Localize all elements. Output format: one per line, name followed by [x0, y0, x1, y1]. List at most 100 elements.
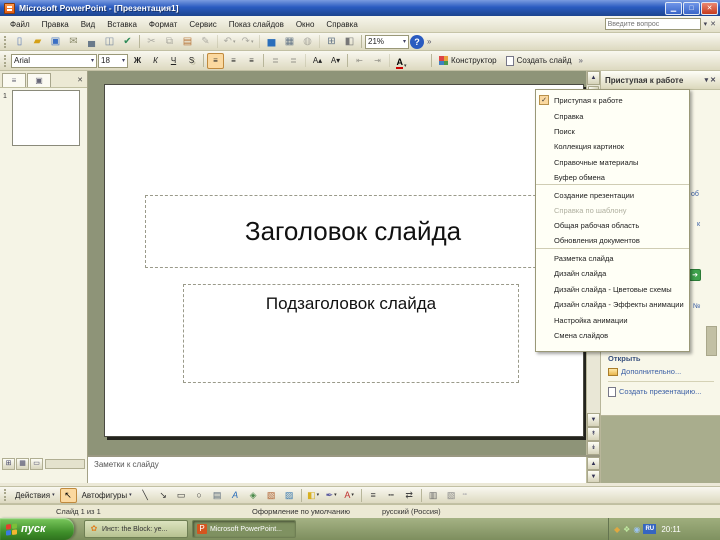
drawing-tool-button[interactable]: ✒ ▾	[323, 488, 340, 503]
drawing-tool-button[interactable]: ▨ ▾	[281, 488, 302, 503]
task-pane-menu-item[interactable]: ✓ Смена слайдов	[536, 328, 689, 343]
toolbar-options-icon[interactable]: »	[579, 56, 583, 65]
formatting-button[interactable]: S	[183, 53, 204, 69]
toolbar-button[interactable]: ↷ ▾	[239, 34, 260, 50]
drawing-tool-button[interactable]: ⇄ ▾	[401, 488, 422, 503]
toolbar-button[interactable]: ◫ ▾	[101, 34, 118, 50]
help-button[interactable]: ?	[410, 34, 424, 49]
zoom-combo[interactable]: 21% ▾	[365, 34, 409, 49]
task-pane-dropdown-icon[interactable]: ▾	[705, 76, 709, 84]
more-presentations-link[interactable]: Дополнительно...	[608, 367, 714, 376]
task-pane-menu-item[interactable]: ✓ Разметка слайда	[536, 251, 689, 266]
font-name-combo[interactable]: Arial ▾	[11, 53, 97, 68]
task-pane-menu-item[interactable]: ✓ Дизайн слайда	[536, 266, 689, 281]
slide-thumbnail[interactable]	[12, 90, 80, 146]
notes-placeholder[interactable]: Заметки к слайду	[88, 457, 586, 483]
toolbar-button[interactable]: ✎ ▾	[197, 34, 218, 50]
drawing-tool-button[interactable]: ≡ ▾	[365, 488, 382, 503]
drawing-tool-button[interactable]: ╲ ▾	[137, 488, 154, 503]
menu-item[interactable]: Вставка	[101, 18, 143, 31]
title-placeholder[interactable]: Заголовок слайда	[145, 195, 561, 268]
formatting-button[interactable]: ≡	[207, 52, 224, 69]
toolbar-options-icon[interactable]: ▫▫	[463, 492, 467, 498]
language-indicator[interactable]: RU	[643, 524, 657, 534]
close-pane-icon[interactable]: ✕	[77, 76, 85, 84]
task-pane-menu-item[interactable]: ✓ Справка	[536, 108, 689, 123]
tray-network-icon[interactable]: ◉	[633, 525, 640, 534]
draw-menu-button[interactable]: Действия ▾	[11, 488, 59, 503]
horizontal-scrollbar[interactable]	[45, 459, 85, 469]
toolbar-grip[interactable]	[4, 489, 7, 501]
normal-view-button[interactable]: ⊞	[2, 458, 15, 470]
tab-slides[interactable]: ▣	[27, 72, 51, 87]
autoshapes-button[interactable]: Автофигуры ▾	[78, 488, 136, 503]
drawing-tool-button[interactable]: ▧ ▾	[443, 488, 460, 503]
toolbar-button[interactable]: ⊞ ▾	[323, 34, 340, 50]
formatting-button[interactable]: ⇥	[369, 53, 390, 69]
drawing-tool-button[interactable]: ◧ ▾	[305, 488, 322, 503]
toolbar-button[interactable]: ▤ ▾	[179, 34, 196, 50]
tray-antivirus-icon[interactable]: ❖	[623, 525, 630, 534]
drawing-tool-button[interactable]: ▧ ▾	[263, 488, 280, 503]
toolbar-button[interactable]: ▣ ▾	[47, 34, 64, 50]
drawing-tool-button[interactable]: ▭ ▾	[173, 488, 190, 503]
toolbar-button[interactable]: ⧉ ▾	[161, 34, 178, 50]
previous-slide-icon[interactable]: ↟	[587, 427, 600, 441]
select-objects-button[interactable]: ↖	[59, 487, 77, 503]
toolbar-options-icon[interactable]: »	[427, 37, 431, 46]
task-pane-close-icon[interactable]: ✕	[710, 76, 716, 84]
menu-item[interactable]: Вид	[75, 18, 101, 31]
status-language[interactable]: русский (Россия)	[382, 507, 441, 516]
font-color-button[interactable]: A ▾	[393, 53, 410, 69]
toolbar-button[interactable]: ▄ ▾	[83, 34, 100, 50]
task-pane-scrollbar-thumb[interactable]	[706, 326, 717, 356]
office-online-icon[interactable]: ➔	[689, 269, 701, 281]
formatting-button[interactable]: ⇤	[351, 53, 368, 69]
menu-item[interactable]: Справка	[320, 18, 363, 31]
menu-item[interactable]: Файл	[4, 18, 36, 31]
drawing-tool-button[interactable]: A ▾	[341, 488, 362, 503]
slide-sorter-button[interactable]: ▦	[16, 458, 29, 470]
slide-canvas[interactable]: Заголовок слайда Подзаголовок слайда	[104, 84, 584, 437]
notes-scroll-up-icon[interactable]: ▲	[587, 457, 600, 470]
start-button[interactable]: пуск	[0, 518, 74, 540]
task-pane-menu-item[interactable]: ✓ Справочные материалы	[536, 155, 689, 170]
menu-item[interactable]: Формат	[143, 18, 183, 31]
formatting-button[interactable]: ≡	[225, 53, 242, 69]
new-slide-button[interactable]: Создать слайд	[502, 53, 576, 69]
task-pane-menu-item[interactable]: ✓ Буфер обмена	[536, 170, 689, 186]
design-button[interactable]: Конструктор	[435, 53, 501, 69]
toolbar-button[interactable]: ▅ ▾	[263, 34, 280, 50]
toolbar-grip[interactable]	[4, 35, 7, 48]
size-dropdown-icon[interactable]: ▾	[120, 57, 125, 64]
toolbar-button[interactable]: ↶ ▾	[221, 34, 238, 50]
slideshow-button[interactable]: ▭	[30, 458, 43, 470]
formatting-button[interactable]: A▾	[327, 53, 348, 69]
menu-item[interactable]: Показ слайдов	[223, 18, 290, 31]
font-dropdown-icon[interactable]: ▾	[89, 57, 94, 64]
menu-item[interactable]: Сервис	[183, 18, 222, 31]
next-slide-icon[interactable]: ↡	[587, 441, 600, 455]
drawing-tool-button[interactable]: ▤ ▾	[209, 488, 226, 503]
formatting-button[interactable]: Ж	[129, 53, 146, 69]
toolbar-grip[interactable]	[4, 54, 7, 67]
drawing-tool-button[interactable]: A ▾	[227, 488, 244, 503]
task-pane-menu-item[interactable]: ✓ Поиск	[536, 124, 689, 139]
task-pane-menu-item[interactable]: ✓ Дизайн слайда - Цветовые схемы	[536, 282, 689, 297]
create-presentation-link[interactable]: Создать презентацию...	[608, 387, 714, 397]
formatting-button[interactable]: ≣	[285, 53, 306, 69]
task-pane-menu-item[interactable]: ✓ Настройка анимации	[536, 312, 689, 327]
formatting-button[interactable]: A▴	[309, 53, 326, 69]
close-button[interactable]: ✕	[701, 1, 718, 15]
menu-item[interactable]: Правка	[36, 18, 75, 31]
toolbar-button[interactable]: ▰ ▾	[29, 34, 46, 50]
toolbar-button[interactable]: ◍ ▾	[299, 34, 320, 50]
scroll-down-icon[interactable]: ▼	[587, 413, 600, 427]
close-document-icon[interactable]: ✕	[710, 20, 716, 28]
drawing-tool-button[interactable]: ┅ ▾	[383, 488, 400, 503]
maximize-button[interactable]: □	[683, 1, 700, 15]
task-pane-menu-item[interactable]: ✓ Справка по шаблону	[536, 203, 689, 218]
toolbar-button[interactable]: ▯ ▾	[11, 34, 28, 50]
toolbar-button[interactable]: ◧ ▾	[341, 34, 362, 50]
toolbar-button[interactable]: ✔ ▾	[119, 34, 140, 50]
